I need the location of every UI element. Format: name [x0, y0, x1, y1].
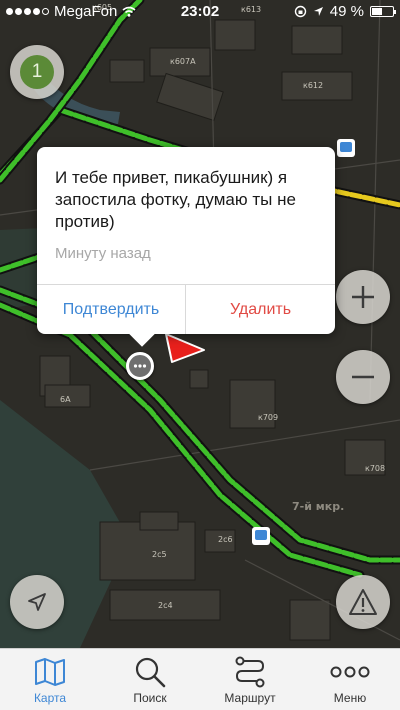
tab-menu[interactable]: Меню — [300, 649, 400, 710]
message-popup: И тебе привет, пикабушник) я запостила ф… — [37, 147, 335, 347]
building-label: 2с4 — [158, 601, 173, 610]
district-label: 7-й мкр. — [292, 500, 344, 513]
message-text: И тебе привет, пикабушник) я запостила ф… — [55, 168, 296, 231]
bus-stop-icon — [337, 139, 355, 157]
building-label: к709 — [258, 413, 278, 422]
chat-marker[interactable] — [126, 352, 154, 380]
building-label: к708 — [365, 464, 385, 473]
plus-icon — [352, 286, 374, 308]
building — [291, 25, 343, 55]
tab-label: Маршрут — [224, 691, 276, 705]
tab-route[interactable]: Маршрут — [200, 649, 300, 710]
status-bar: MegaFon 23:02 49 % — [0, 0, 400, 24]
tab-map[interactable]: Карта — [0, 649, 100, 710]
message-time: Минуту назад — [55, 245, 151, 262]
building — [189, 369, 209, 389]
building-label: 6А — [60, 395, 71, 404]
building-label: к607А — [170, 57, 196, 66]
building — [139, 511, 179, 531]
battery-percent: 49 % — [329, 3, 364, 20]
report-road-event-button[interactable] — [336, 575, 390, 629]
locate-me-button[interactable] — [10, 575, 64, 629]
zoom-out-button[interactable] — [336, 350, 390, 404]
route-icon — [235, 656, 265, 688]
building — [109, 59, 145, 83]
building-label: к612 — [303, 81, 323, 90]
layers-count-button[interactable]: 1 — [10, 45, 64, 99]
building — [214, 19, 256, 51]
delete-button[interactable]: Удалить — [186, 285, 335, 334]
navigation-arrow-icon — [28, 593, 46, 611]
rotation-lock-icon — [294, 5, 306, 18]
user-location-arrow-icon — [165, 333, 205, 363]
minus-icon — [352, 375, 374, 379]
tab-search[interactable]: Поиск — [100, 649, 200, 710]
battery-icon — [370, 6, 396, 17]
confirm-button[interactable]: Подтвердить — [37, 285, 185, 334]
search-icon — [135, 657, 166, 688]
speech-bubble-icon — [133, 364, 147, 368]
tab-label: Карта — [33, 691, 67, 705]
location-services-icon — [313, 7, 323, 16]
building-label: 2с6 — [218, 535, 233, 544]
warning-triangle-icon — [349, 589, 377, 615]
tab-label: Меню — [333, 691, 367, 705]
building — [99, 521, 196, 581]
building — [289, 599, 331, 641]
tab-bar: Карта Поиск Маршрут Меню — [0, 648, 400, 710]
layer-count: 1 — [20, 55, 54, 89]
zoom-in-button[interactable] — [336, 270, 390, 324]
menu-dots-icon — [330, 666, 370, 678]
map-icon — [35, 658, 65, 686]
tab-label: Поиск — [133, 691, 167, 705]
bus-stop-icon — [252, 527, 270, 545]
building-label: 2с5 — [152, 550, 167, 559]
